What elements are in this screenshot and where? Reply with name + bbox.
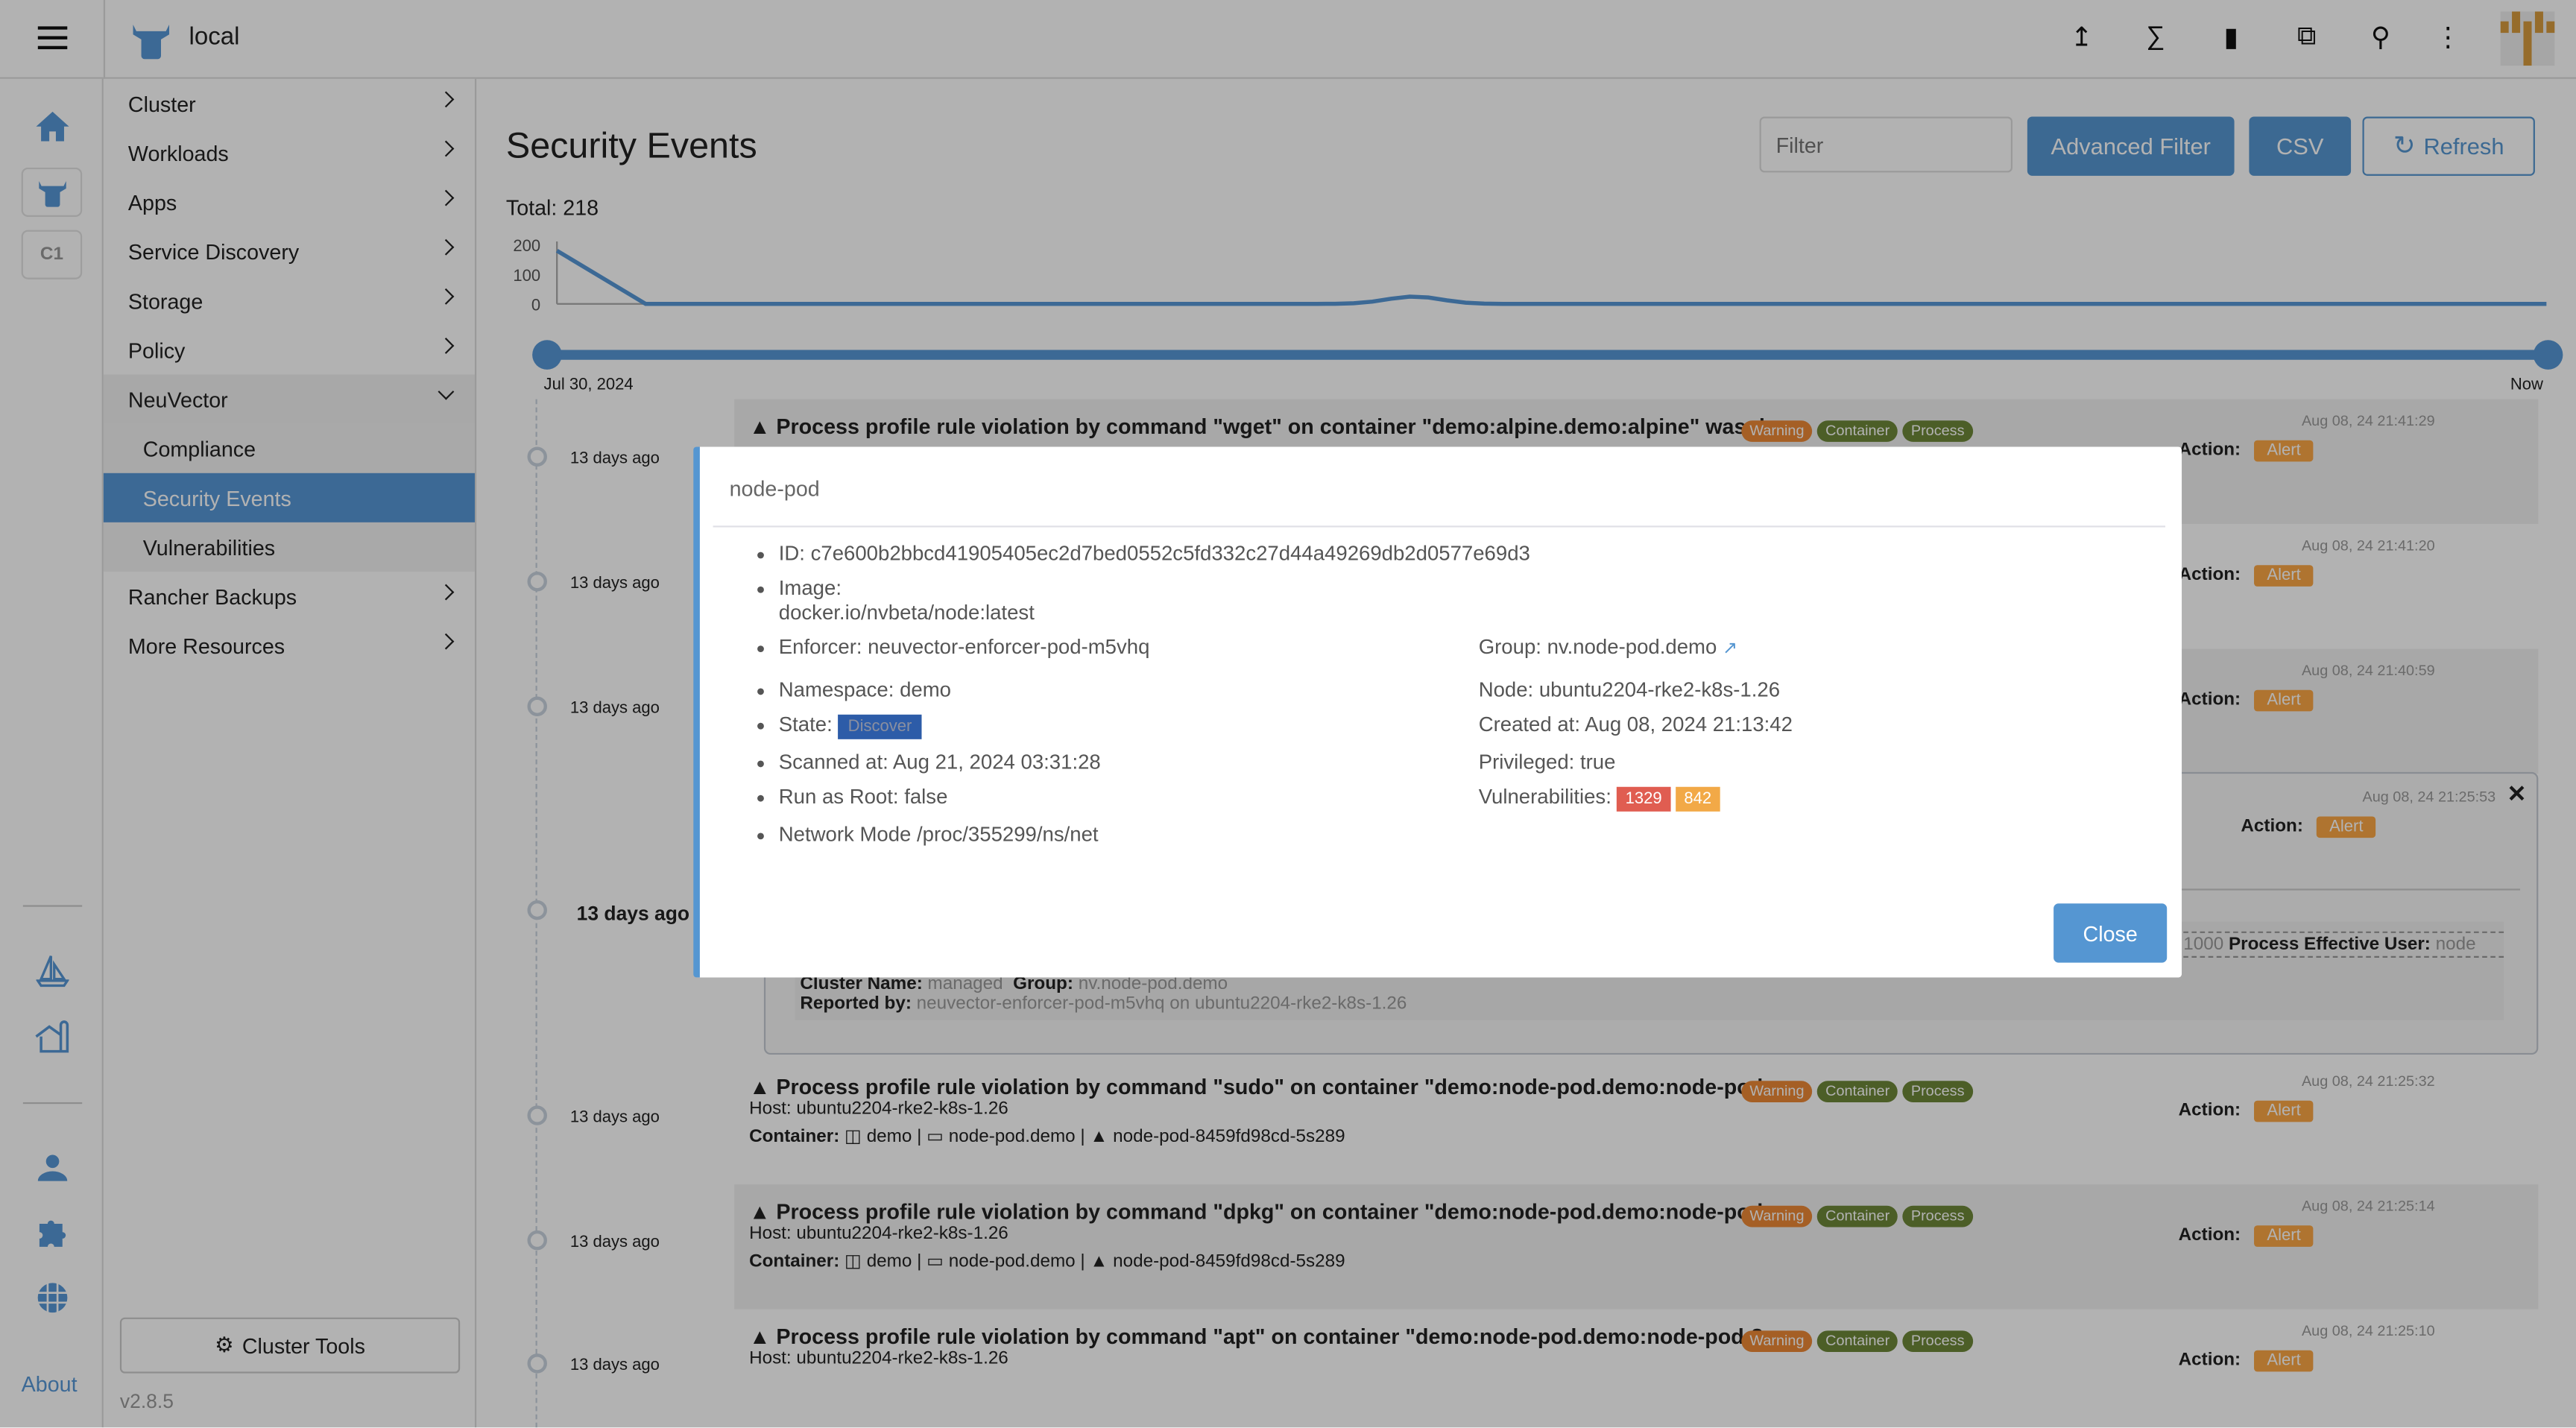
vulnerabilities-row: Vulnerabilities: 1329 842 <box>1478 785 1720 812</box>
high-vuln-badge[interactable]: 1329 <box>1617 786 1670 812</box>
image-value: docker.io/nvbeta/node:latest <box>778 601 1035 625</box>
state-row: State: Discover <box>757 713 922 739</box>
group-row: Group: nv.node-pod.demo ↗ <box>1479 636 1738 659</box>
network-mode: Network Mode /proc/355299/ns/net <box>757 823 1099 847</box>
state-label: State: <box>778 713 833 736</box>
enforcer: Enforcer: neuvector-enforcer-pod-m5vhq <box>757 635 1150 659</box>
image-label: Image: <box>757 576 842 600</box>
privileged: Privileged: true <box>1478 751 1616 774</box>
external-link-icon[interactable]: ↗ <box>1723 639 1737 658</box>
group: Group: nv.node-pod.demo <box>1478 635 1717 659</box>
divider <box>713 525 2166 528</box>
container-details-modal: node-pod ID: c7e600b2bbcd41905405ec2d7be… <box>693 446 2182 978</box>
scanned-at: Scanned at: Aug 21, 2024 03:31:28 <box>757 751 1101 774</box>
vulnerabilities-label: Vulnerabilities: <box>1478 785 1611 809</box>
state-badge: Discover <box>838 714 922 739</box>
run-as-root: Run as Root: false <box>757 785 948 809</box>
medium-vuln-badge[interactable]: 842 <box>1676 786 1720 812</box>
modal-title: node-pod <box>729 476 820 502</box>
created-at: Created at: Aug 08, 2024 21:13:42 <box>1478 713 1793 736</box>
container-id: ID: c7e600b2bbcd41905405ec2d7bed0552c5fd… <box>757 542 1530 566</box>
close-button[interactable]: Close <box>2053 903 2168 963</box>
namespace: Namespace: demo <box>757 678 952 702</box>
node: Node: ubuntu2204-rke2-k8s-1.26 <box>1478 678 1781 702</box>
app: local ↥ ∑ ▮ ⧉ ⚲ ⋮ C1 About Cluster Workloads Ap… <box>0 0 2576 1428</box>
